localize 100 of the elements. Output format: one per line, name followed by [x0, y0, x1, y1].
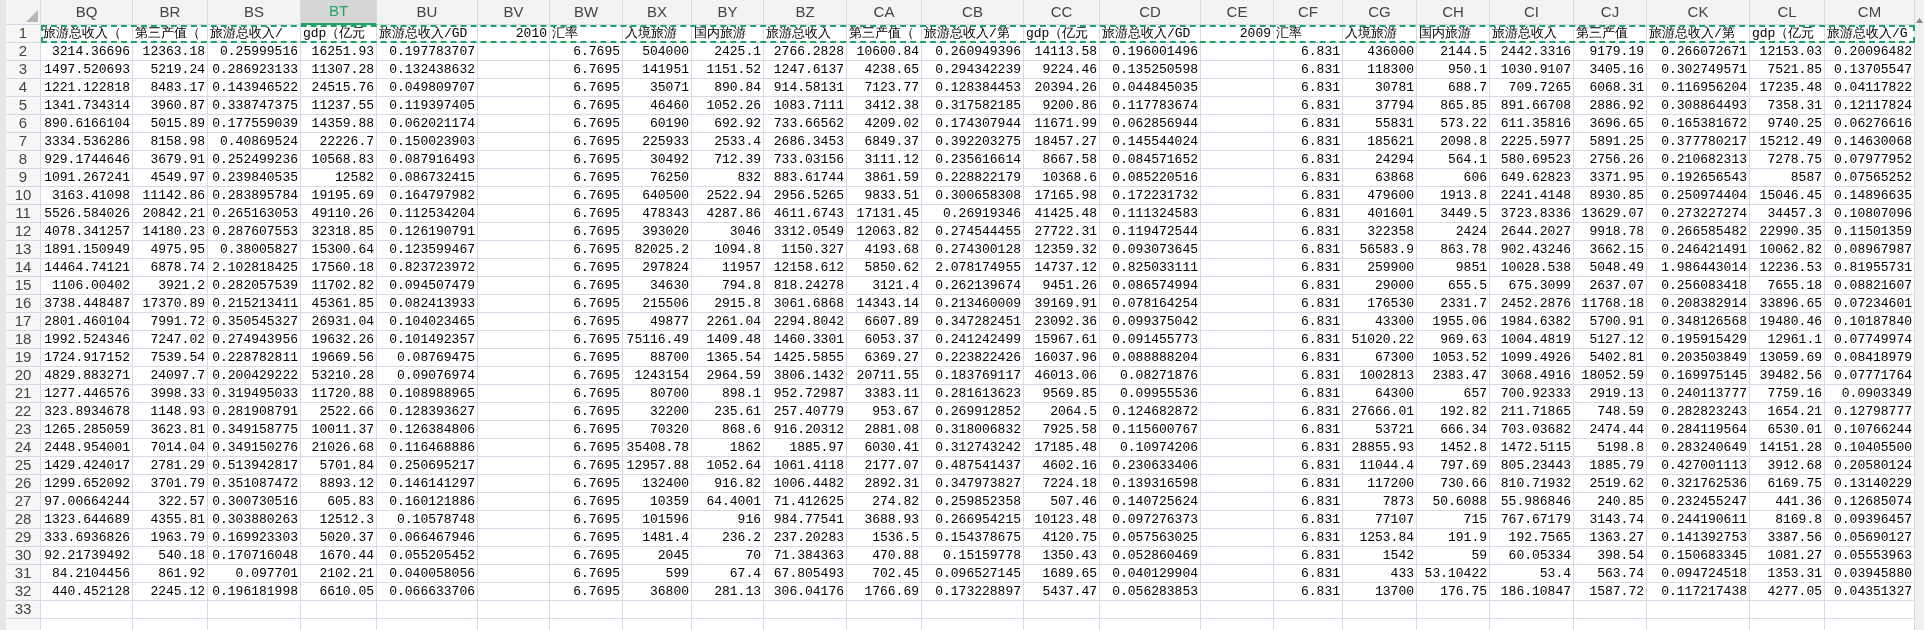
table-cell: 504000 [623, 42, 692, 61]
table-cell: 6530.01 [1750, 420, 1825, 439]
table-cell: 10568.83 [301, 150, 377, 169]
column-header[interactable]: CD [1100, 0, 1201, 25]
table-cell: 1766.69 [847, 582, 922, 601]
table-cell: 0.055205452 [377, 546, 478, 565]
table-cell: 64300 [1343, 384, 1417, 403]
table-cell: 186.10847 [1490, 582, 1574, 601]
table-cell: 2964.59 [692, 366, 764, 385]
table-cell: 0.208382914 [1647, 294, 1750, 313]
table-cell: 6.7695 [550, 240, 623, 259]
table-cell: 71.412625 [764, 492, 847, 511]
table-cell: 2644.2027 [1490, 222, 1574, 241]
table-cell: 2452.2876 [1490, 294, 1574, 313]
table-cell: 3371.95 [1574, 168, 1647, 187]
table-cell: 12063.82 [847, 222, 922, 241]
table-cell: 14359.88 [301, 114, 377, 133]
column-header[interactable]: BV [478, 0, 550, 25]
table-cell: 15046.45 [1750, 186, 1825, 205]
table-cell: 914.58131 [764, 78, 847, 97]
table-cell: 36800 [623, 582, 692, 601]
table-cell: 6.7695 [550, 222, 623, 241]
scrollbar[interactable] [1915, 0, 1924, 630]
column-header[interactable]: CA [847, 0, 922, 25]
scroll-up-icon[interactable] [1916, 18, 1923, 23]
table-cell: 19669.56 [301, 348, 377, 367]
table-cell: 1542 [1343, 546, 1417, 565]
column-header[interactable]: BX [623, 0, 692, 25]
table-cell: 6.7695 [550, 114, 623, 133]
table-cell: 1452.8 [1417, 438, 1490, 457]
table-cell: 861.92 [133, 564, 208, 583]
table-cell: 0.274300128 [922, 240, 1024, 259]
empty-cell [478, 60, 550, 79]
table-cell: 2102.21 [301, 564, 377, 583]
empty-cell [478, 294, 550, 313]
table-cell: 17185.48 [1024, 438, 1100, 457]
table-cell: 6.831 [1274, 564, 1343, 583]
column-header[interactable]: CG [1343, 0, 1417, 25]
table-cell: 2448.954001 [41, 438, 133, 457]
column-header[interactable]: BY [692, 0, 764, 25]
table-cell: 0.318006832 [922, 420, 1024, 439]
table-cell: 1350.43 [1024, 546, 1100, 565]
table-cell: 236.2 [692, 528, 764, 547]
column-header[interactable]: CC [1024, 0, 1100, 25]
table-cell: 2331.7 [1417, 294, 1490, 313]
column-header[interactable]: BW [550, 0, 623, 25]
table-cell: 0.056283853 [1100, 582, 1201, 601]
column-header[interactable]: CJ [1574, 0, 1647, 25]
table-cell: 60.05334 [1490, 546, 1574, 565]
table-cell: 2801.460104 [41, 312, 133, 331]
column-header[interactable]: CK [1647, 0, 1750, 25]
empty-cell [478, 42, 550, 61]
table-cell: 0.150683345 [1647, 546, 1750, 565]
table-cell: 9569.85 [1024, 384, 1100, 403]
table-cell: 1053.52 [1417, 348, 1490, 367]
column-header[interactable]: CF [1274, 0, 1343, 25]
table-cell: 916.82 [692, 474, 764, 493]
table-cell: 5015.89 [133, 114, 208, 133]
table-cell: 1221.122818 [41, 78, 133, 97]
table-cell: 7123.77 [847, 78, 922, 97]
table-cell: 0.128384453 [922, 78, 1024, 97]
table-cell: 0.096527145 [922, 564, 1024, 583]
table-cell: 5198.8 [1574, 438, 1647, 457]
column-header[interactable]: CE [1201, 0, 1274, 25]
table-cell: 0.283895784 [208, 186, 301, 205]
column-header[interactable]: BU [377, 0, 478, 25]
table-cell: 0.259852358 [922, 492, 1024, 511]
column-header[interactable]: CB [922, 0, 1024, 25]
table-cell: 0.302749571 [1647, 60, 1750, 79]
column-header[interactable]: CH [1417, 0, 1490, 25]
table-cell: 3312.0549 [764, 222, 847, 241]
column-header[interactable]: BR [133, 0, 208, 25]
column-header[interactable]: CI [1490, 0, 1574, 25]
table-cell: 2766.2828 [764, 42, 847, 61]
column-header[interactable]: CL [1750, 0, 1825, 25]
table-cell: 0.116468886 [377, 438, 478, 457]
table-cell: 17235.48 [1750, 78, 1825, 97]
empty-cell [478, 474, 550, 493]
table-cell: 14343.14 [847, 294, 922, 313]
table-cell: 0.08769475 [377, 348, 478, 367]
select-all-icon[interactable] [26, 9, 38, 22]
column-header[interactable]: BQ [41, 0, 133, 25]
table-cell: 2956.5265 [764, 186, 847, 205]
table-cell: 59 [1417, 546, 1490, 565]
table-cell: 606 [1417, 168, 1490, 187]
table-cell: 6.831 [1274, 438, 1343, 457]
table-cell: 702.45 [847, 564, 922, 583]
column-header[interactable]: BZ [764, 0, 847, 25]
table-cell: 6878.74 [133, 258, 208, 277]
table-cell: 4829.883271 [41, 366, 133, 385]
table-cell: 916.20312 [764, 420, 847, 439]
table-cell: 1460.3301 [764, 330, 847, 349]
empty-cell [478, 438, 550, 457]
table-cell: 8667.58 [1024, 150, 1100, 169]
table-cell: 0.135250598 [1100, 60, 1201, 79]
table-cell: 39169.91 [1024, 294, 1100, 313]
table-cell: 0.196181998 [208, 582, 301, 601]
table-cell: 675.3099 [1490, 276, 1574, 295]
table-cell: 0.078164254 [1100, 294, 1201, 313]
table-cell: 2881.08 [847, 420, 922, 439]
